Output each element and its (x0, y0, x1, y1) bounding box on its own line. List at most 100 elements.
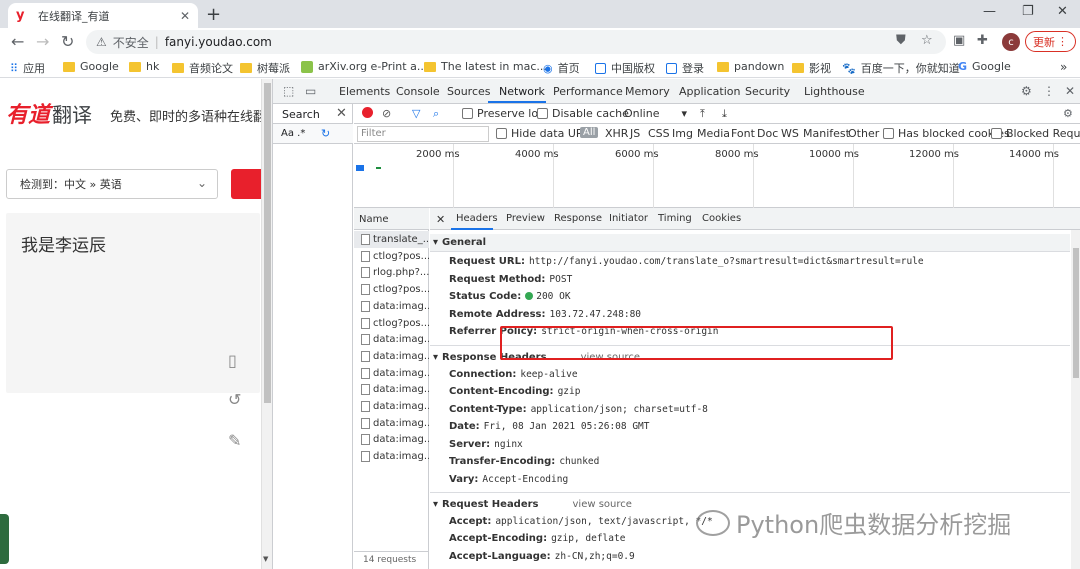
source-text-input[interactable]: 我是李运辰 (6, 213, 260, 393)
tab-sources[interactable]: Sources (447, 85, 491, 98)
table-row[interactable]: data:imag... (354, 365, 429, 382)
tab-console[interactable]: Console (396, 85, 440, 98)
bookmark-item[interactable]: G Google (958, 60, 1011, 73)
general-section-header[interactable]: ▾ General (430, 234, 1070, 252)
tab-security[interactable]: Security (745, 85, 790, 98)
bookmark-item[interactable]: 中国版权 (595, 60, 655, 76)
network-timeline[interactable]: 2000 ms 4000 ms 6000 ms 8000 ms 10000 ms… (354, 144, 1080, 208)
device-toolbar-icon[interactable]: ▭ (305, 84, 316, 98)
blocked-requests-checkbox[interactable]: Blocked Requests (991, 127, 1080, 140)
tab-cookies[interactable]: Cookies (702, 213, 741, 224)
table-row[interactable]: data:imag... (354, 331, 429, 348)
export-har-icon[interactable]: ⤓ (722, 107, 727, 121)
page-scrollbar[interactable]: ▼ (261, 79, 272, 569)
table-row[interactable]: data:imag... (354, 348, 429, 365)
bookmark-item[interactable]: ⠿ 应用 (10, 60, 45, 76)
avatar[interactable]: c (1002, 33, 1020, 51)
scroll-down-icon[interactable]: ▼ (263, 555, 268, 563)
filter-img[interactable]: Img (672, 127, 693, 140)
filter-manifest[interactable]: Manifest (803, 127, 850, 140)
filter-doc[interactable]: Doc (757, 127, 778, 140)
bookmark-item[interactable]: ◉ 首页 (543, 60, 580, 76)
tab-application[interactable]: Application (679, 85, 740, 98)
close-icon[interactable]: ✕ (1065, 84, 1075, 98)
table-row[interactable]: translate_... (354, 231, 429, 248)
name-column-header[interactable]: Name (354, 208, 429, 230)
bookmark-item[interactable]: Google (63, 60, 119, 73)
browser-tab[interactable]: y 在线翻译_有道 ✕ (8, 3, 198, 28)
table-row[interactable]: data:imag... (354, 448, 429, 465)
scrollbar-thumb[interactable] (1073, 248, 1079, 378)
bookmark-item[interactable]: The latest in mac... (424, 60, 547, 73)
mobile-icon[interactable]: ▯ (228, 351, 237, 370)
table-row[interactable]: rlog.php?... (354, 264, 429, 281)
filter-js[interactable]: JS (630, 127, 640, 140)
translate-page-icon[interactable]: ⛊ (896, 33, 906, 48)
bookmark-item[interactable]: arXiv.org e-Print a... (301, 60, 427, 73)
refresh-icon[interactable]: ↺ (228, 390, 241, 409)
filter-other[interactable]: Other (848, 127, 879, 140)
refresh-search-icon[interactable]: ↻ (321, 127, 330, 140)
disable-cache-checkbox[interactable]: Disable cache (537, 107, 629, 120)
table-row[interactable]: data:imag... (354, 298, 429, 315)
tab-preview[interactable]: Preview (506, 213, 545, 224)
table-row[interactable]: ctlog?pos... (354, 248, 429, 265)
detail-scrollbar[interactable] (1071, 230, 1080, 569)
bookmark-item[interactable]: 音频论文 (172, 60, 233, 76)
translate-button[interactable] (231, 169, 261, 199)
network-settings-icon[interactable]: ⚙ (1063, 107, 1073, 120)
table-row[interactable]: data:imag... (354, 398, 429, 415)
tab-performance[interactable]: Performance (553, 85, 623, 98)
tab-initiator[interactable]: Initiator (609, 213, 648, 224)
update-button[interactable]: 更新 ⋮ (1025, 31, 1076, 52)
import-har-icon[interactable]: ⤒ (700, 107, 705, 121)
bookmark-item[interactable]: pandown (717, 60, 784, 73)
gear-icon[interactable]: ⚙ (1021, 84, 1032, 98)
filter-all[interactable]: All (580, 127, 599, 138)
restore-icon[interactable]: ❐ (1022, 4, 1034, 19)
bookmark-item[interactable]: 登录 (666, 60, 704, 76)
filter-xhr[interactable]: XHR (605, 127, 628, 140)
table-row[interactable]: ctlog?pos... (354, 281, 429, 298)
back-icon[interactable]: ← (11, 32, 24, 51)
table-row[interactable]: data:imag... (354, 415, 429, 432)
filter-icon[interactable]: ▽ (412, 107, 420, 120)
close-search-icon[interactable]: ✕ (336, 106, 347, 121)
edit-icon[interactable]: ✎ (228, 431, 241, 450)
tab-close-icon[interactable]: ✕ (180, 9, 190, 23)
close-window-icon[interactable]: ✕ (1057, 4, 1068, 19)
filter-ws[interactable]: WS (781, 127, 799, 140)
clear-icon[interactable]: ⊘ (382, 107, 391, 120)
tab-elements[interactable]: Elements (339, 85, 390, 98)
address-bar[interactable]: ⚠ 不安全 | fanyi.youdao.com (86, 30, 946, 54)
filter-input[interactable]: Filter (357, 126, 489, 142)
table-row[interactable]: ctlog?pos... (354, 315, 429, 332)
bookmark-item[interactable]: 树莓派 (240, 60, 290, 76)
table-row[interactable]: data:imag... (354, 381, 429, 398)
language-select[interactable]: 检测到：中文 » 英语 ⌄ (6, 169, 218, 199)
puzzle-icon[interactable]: ✚ (977, 33, 988, 48)
bookmark-item[interactable]: 🐾 百度一下，你就知道 (842, 60, 960, 76)
search-options-label[interactable]: Aa .* (281, 128, 305, 139)
bookmark-item[interactable]: hk (129, 60, 159, 73)
tab-network[interactable]: Network (499, 85, 545, 98)
view-source-link[interactable]: view source (573, 499, 632, 510)
tab-headers[interactable]: Headers (456, 213, 498, 224)
more-bookmarks-icon[interactable]: » (1060, 60, 1067, 74)
side-widget[interactable] (0, 514, 9, 564)
forward-icon[interactable]: → (36, 32, 49, 51)
tab-timing[interactable]: Timing (658, 213, 692, 224)
youdao-logo[interactable]: 有道 翻译 (6, 97, 92, 129)
reload-icon[interactable]: ↻ (61, 32, 74, 51)
bookmark-star-icon[interactable]: ☆ (921, 33, 933, 48)
bookmark-item[interactable]: 影视 (792, 60, 831, 76)
search-icon[interactable]: ⌕ (433, 107, 439, 121)
extension-icon[interactable]: ▣ (953, 33, 965, 48)
preserve-log-checkbox[interactable]: Preserve log (462, 107, 545, 120)
inspect-icon[interactable]: ⬚ (283, 84, 294, 98)
record-button[interactable] (362, 107, 373, 118)
scrollbar-thumb[interactable] (264, 83, 271, 403)
tab-lighthouse[interactable]: Lighthouse (804, 85, 865, 98)
filter-font[interactable]: Font (731, 127, 755, 140)
table-row[interactable]: data:imag... (354, 431, 429, 448)
